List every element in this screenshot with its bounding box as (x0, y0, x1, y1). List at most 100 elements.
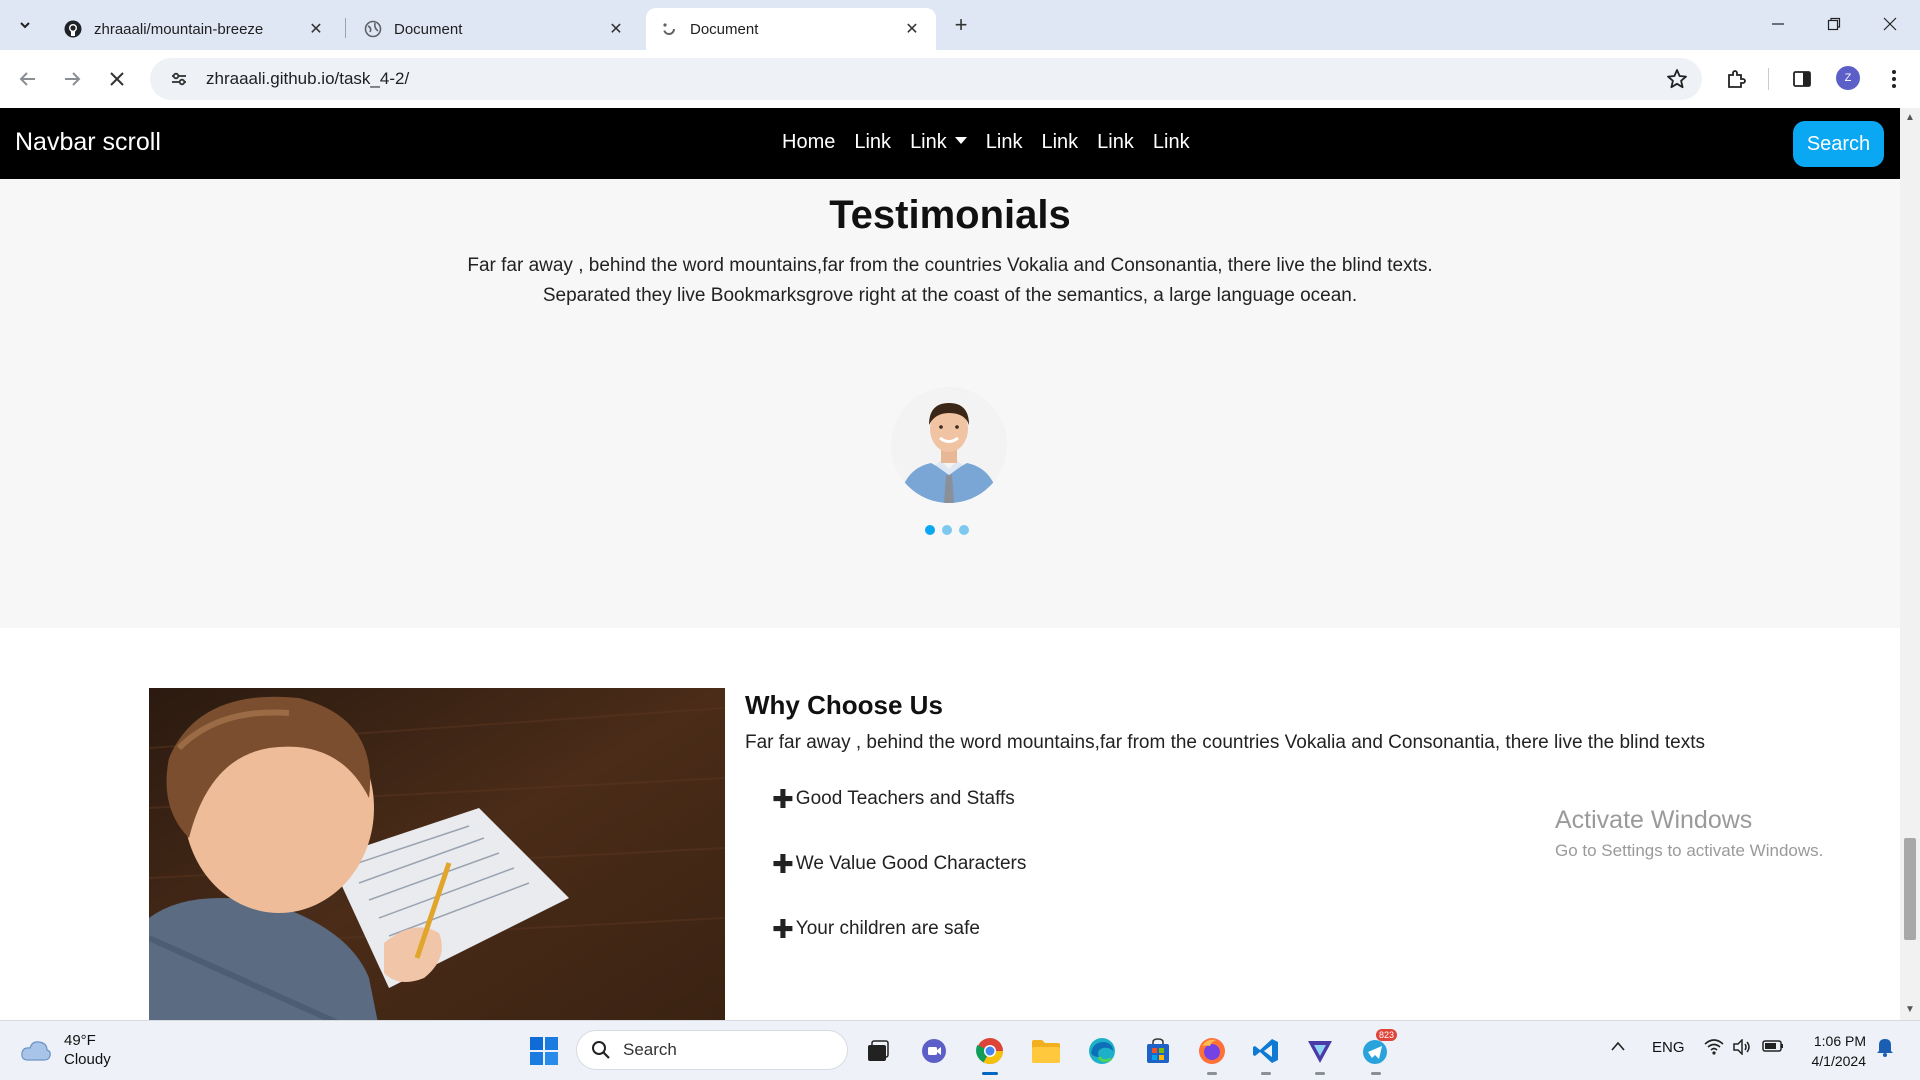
taskbar-app-edge[interactable] (1082, 1031, 1122, 1071)
nav-dropdown-toggle[interactable]: Link (910, 131, 967, 154)
browser-toolbar: zhraaali.github.io/task_4-2/ Z (0, 50, 1920, 108)
vpn-icon (1308, 1041, 1332, 1063)
minimize-icon (1772, 23, 1784, 25)
plus-icon: ✚ (772, 914, 794, 944)
show-hidden-icons-button[interactable] (1610, 1039, 1626, 1056)
scroll-up-arrow-icon[interactable]: ▲ (1905, 112, 1915, 123)
new-tab-button[interactable]: + (948, 12, 974, 38)
restore-icon (1827, 17, 1841, 31)
nav-link[interactable]: Link (1041, 131, 1078, 154)
running-indicator (1261, 1072, 1271, 1075)
cloud-icon (21, 1041, 51, 1061)
profile-avatar[interactable]: Z (1836, 66, 1860, 90)
back-button[interactable] (12, 63, 44, 95)
search-button[interactable]: Search (1793, 121, 1884, 167)
testimonial-avatar (891, 387, 1007, 503)
taskbar-app-vscode[interactable] (1246, 1031, 1286, 1075)
forward-button[interactable] (56, 63, 88, 95)
firefox-icon (1199, 1038, 1225, 1064)
system-clock[interactable]: 1:06 PM 4/1/2024 (1796, 1031, 1867, 1071)
address-bar[interactable]: zhraaali.github.io/task_4-2/ (150, 58, 1702, 100)
close-icon[interactable]: ✕ (902, 19, 922, 39)
taskbar-app-vpn[interactable] (1300, 1031, 1340, 1075)
browser-tab-2[interactable]: Document ✕ (350, 8, 640, 50)
close-icon (110, 72, 124, 86)
page-scrollbar[interactable]: ▲ ▼ (1900, 108, 1920, 1020)
volume-icon[interactable] (1732, 1038, 1752, 1059)
plus-icon: ✚ (772, 784, 794, 814)
nav-link[interactable]: Link (1097, 131, 1134, 154)
chrome-icon (976, 1038, 1004, 1065)
taskbar-app-meet[interactable] (914, 1031, 954, 1071)
why-item-label: Good Teachers and Staffs (795, 788, 1015, 809)
site-settings-icon[interactable] (160, 70, 198, 88)
nav-link-home[interactable]: Home (782, 131, 835, 154)
taskbar-app-telegram[interactable]: 823 (1356, 1029, 1398, 1075)
taskbar-app-task-view[interactable] (858, 1031, 898, 1071)
carousel-dot[interactable] (942, 525, 952, 535)
toolbar-divider (1768, 68, 1769, 90)
nav-link[interactable]: Link (986, 131, 1023, 154)
watermark-subtitle: Go to Settings to activate Windows. (1555, 841, 1824, 860)
weather-temp: 49°F (64, 1032, 96, 1049)
clock-date: 4/1/2024 (1811, 1053, 1867, 1069)
minimize-button[interactable] (1750, 8, 1806, 40)
scrollbar-thumb[interactable] (1904, 838, 1916, 940)
carousel-dot[interactable] (959, 525, 969, 535)
close-icon[interactable]: ✕ (606, 19, 626, 39)
chevron-down-icon (20, 22, 30, 29)
carousel-dot-active[interactable] (925, 525, 935, 535)
start-button[interactable] (524, 1031, 564, 1071)
nav-link[interactable]: Link (854, 131, 891, 154)
running-indicator (1315, 1072, 1325, 1075)
watermark-title: Activate Windows (1555, 806, 1753, 834)
notification-bell-icon[interactable] (1876, 1037, 1894, 1061)
taskbar-search-label: Search (623, 1040, 677, 1059)
navbar-brand[interactable]: Navbar scroll (15, 128, 161, 157)
close-icon (1883, 17, 1897, 31)
side-panel-icon (1793, 71, 1811, 87)
carousel-indicators (925, 525, 976, 535)
weather-desc: Cloudy (64, 1051, 111, 1068)
battery-icon[interactable] (1762, 1039, 1784, 1057)
windows-start-icon (530, 1037, 558, 1065)
active-indicator (982, 1072, 998, 1075)
testimonials-section: Testimonials Far far away , behind the w… (0, 179, 1900, 628)
why-item: ✚ We Value Good Characters (772, 851, 1026, 877)
bookmark-star-icon[interactable] (1666, 68, 1688, 95)
windows-taskbar: 49°F Cloudy Search 823 ENG 1:06 PM 4/1/2… (0, 1020, 1920, 1080)
testimonials-text: Far far away , behind the word mountains… (467, 255, 1433, 306)
url-text: zhraaali.github.io/task_4-2/ (206, 69, 410, 88)
nav-link[interactable]: Link (1153, 131, 1190, 154)
puzzle-icon (1728, 70, 1746, 88)
scroll-down-arrow-icon[interactable]: ▼ (1905, 1004, 1915, 1015)
weather-widget[interactable]: 49°F Cloudy (20, 1031, 111, 1069)
side-panel-button[interactable] (1786, 63, 1818, 95)
taskbar-app-firefox[interactable] (1192, 1031, 1232, 1075)
browser-menu-button[interactable] (1878, 63, 1910, 95)
why-item-label: Your children are safe (795, 918, 980, 939)
nav-links: Home Link Link Link Link Link Link (782, 131, 1209, 154)
restore-button[interactable] (1806, 8, 1862, 40)
taskbar-app-file-explorer[interactable] (1026, 1031, 1066, 1071)
tab-divider (345, 18, 346, 38)
language-indicator[interactable]: ENG (1652, 1039, 1685, 1056)
taskbar-search[interactable]: Search (576, 1030, 848, 1070)
close-window-button[interactable] (1862, 8, 1918, 40)
taskbar-app-chrome[interactable] (970, 1031, 1010, 1075)
browser-tab-3[interactable]: Document ✕ (646, 8, 936, 50)
taskbar-app-store[interactable] (1138, 1031, 1178, 1071)
search-icon (592, 1041, 610, 1059)
stop-loading-button[interactable] (101, 63, 133, 95)
tab-search-button[interactable] (12, 12, 38, 38)
store-icon (1147, 1038, 1169, 1063)
running-indicator (1371, 1072, 1381, 1075)
meet-icon (922, 1039, 946, 1063)
file-explorer-dark-icon (868, 1040, 889, 1061)
github-icon (64, 20, 82, 38)
extensions-button[interactable] (1720, 63, 1752, 95)
wifi-icon[interactable] (1704, 1039, 1724, 1059)
browser-tab-1[interactable]: zhraaali/mountain-breeze ✕ (50, 8, 340, 50)
tab-title: Document (690, 20, 759, 38)
close-icon[interactable]: ✕ (306, 19, 326, 39)
